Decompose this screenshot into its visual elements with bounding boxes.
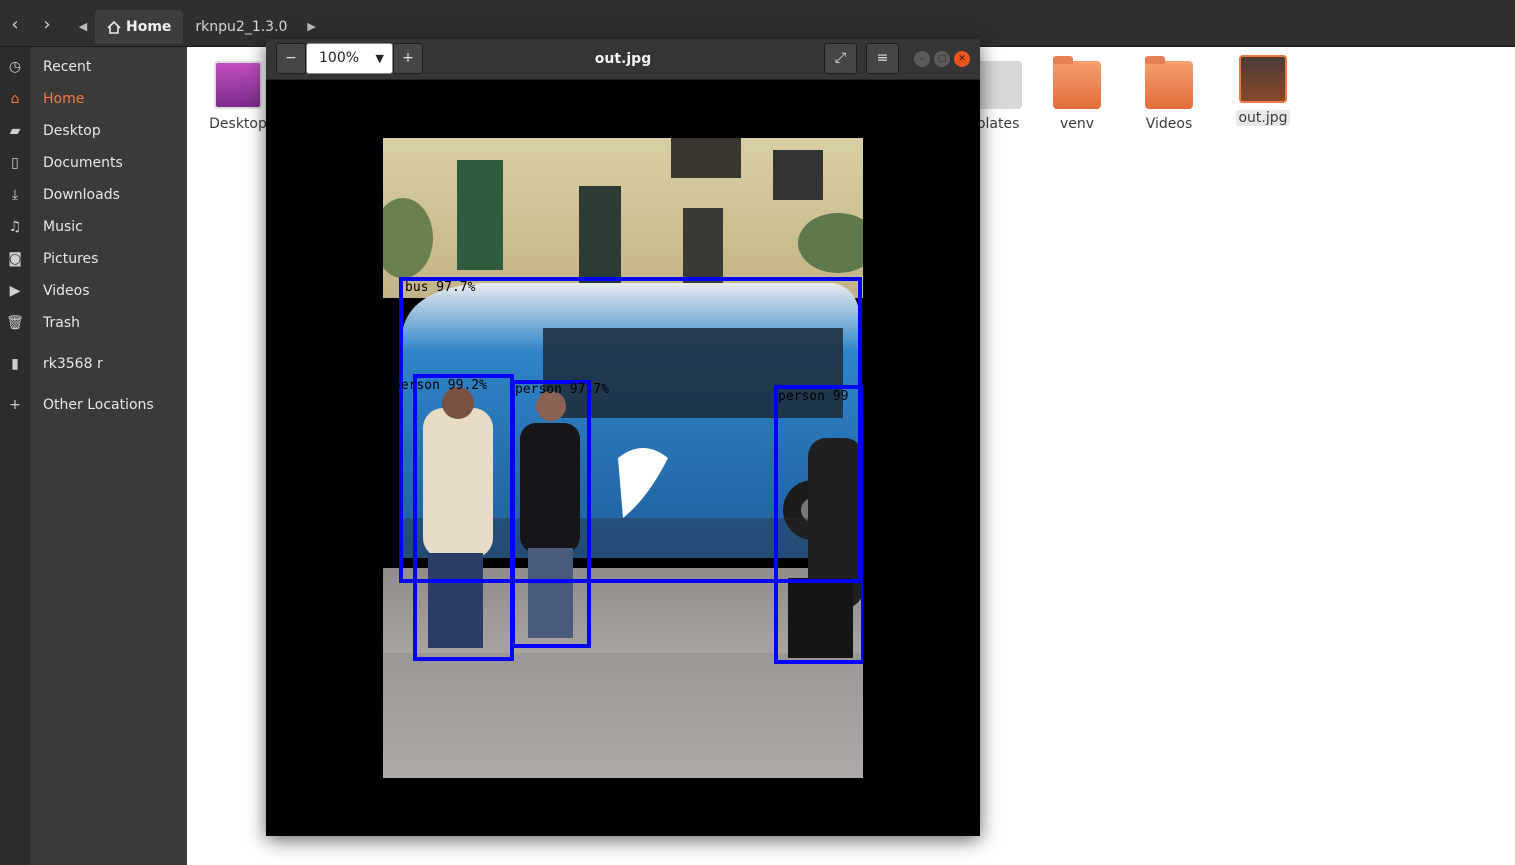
home-icon [107,20,121,34]
sidebar-item-downloads[interactable]: ⤓ Downloads [0,179,187,211]
download-icon: ⤓ [11,187,19,203]
maximize-button[interactable]: □ [934,51,950,67]
video-icon: ▶ [9,283,21,299]
music-icon: ♫ [8,219,22,235]
clock-icon: ◷ [8,59,22,75]
sidebar-item-home[interactable]: ⌂ Home [0,83,187,115]
camera-icon: ◙ [8,251,22,267]
sidebar-item-desktop[interactable]: ▰ Desktop [0,115,187,147]
sidebar-item-label: Recent [43,59,92,75]
file-name: venv [1059,116,1095,132]
breadcrumb-home-label: Home [126,19,172,35]
person-legs [528,548,573,638]
zoom-in-button[interactable]: + [393,43,423,74]
close-icon: ✕ [958,54,966,64]
sidebar-item-trash[interactable]: 🗑 Trash [0,307,187,339]
file-name: Videos [1145,116,1193,132]
zoom-out-button[interactable]: − [276,43,306,74]
document-icon: ▯ [11,155,19,171]
back-button[interactable]: ‹ [0,10,30,40]
detection-label-person: person 99 [778,389,848,404]
sidebar-item-label: Other Locations [43,397,154,413]
minimize-icon: – [919,54,925,64]
sidebar-item-label: Home [43,91,85,107]
folder-icon: ▰ [9,123,21,139]
path-scroll-left-button[interactable]: ◀ [71,10,95,44]
desktop-folder-icon [214,61,262,109]
folder-icon [1053,56,1101,109]
zoom-level-value: 100% [319,50,360,66]
sidebar-item-videos[interactable]: ▶ Videos [0,275,187,307]
displayed-image: bus 97.7% person 99.2% person 97.7% pers… [383,138,863,778]
sidebar-item-other-locations[interactable]: + Other Locations [0,389,187,421]
building-window [579,186,621,286]
sidebar-item-label: Desktop [43,123,101,139]
shadow [383,653,863,778]
building-window [457,160,503,270]
file-name: plates [976,116,1020,132]
sidebar-item-music[interactable]: ♫ Music [0,211,187,243]
file-name: Desktop [209,116,267,132]
viewer-header-bar: − 100% ▼ + out.jpg ⤢ ≡ – □ ✕ [266,39,980,80]
sidebar-item-label: Documents [43,155,123,171]
maximize-icon: □ [937,54,947,64]
file-item-venv[interactable]: venv [1037,56,1117,132]
templates-folder-icon [974,61,1022,109]
detection-photo: bus 97.7% person 99.2% person 97.7% pers… [383,138,863,778]
person-legs [428,553,483,648]
image-thumbnail-icon [1239,55,1287,103]
sidebar-item-recent[interactable]: ◷ Recent [0,51,187,83]
menu-button[interactable]: ≡ [866,43,899,74]
sidebar-item-label: Pictures [43,251,99,267]
person-legs [788,578,853,658]
fullscreen-button[interactable]: ⤢ [824,43,857,74]
usb-drive-icon: ▮ [11,356,19,372]
home-icon: ⌂ [10,91,20,107]
chevron-left-icon: ‹ [11,14,19,35]
breadcrumb-home[interactable]: Home [95,10,184,44]
places-sidebar: ◷ Recent ⌂ Home ▰ Desktop ▯ Documents ⤓ … [0,47,187,865]
chevron-right-icon: › [43,14,51,35]
minus-icon: − [285,50,297,66]
image-viewer-window: − 100% ▼ + out.jpg ⤢ ≡ – □ ✕ bus 97.7% p… [266,39,980,836]
file-name: out.jpg [1236,110,1290,126]
detection-label-bus: bus 97.7% [405,280,476,295]
balcony [773,150,823,200]
sidebar-item-label: Downloads [43,187,120,203]
fullscreen-icon: ⤢ [834,50,847,66]
sidebar-item-label: rk3568 r [43,356,103,372]
close-button[interactable]: ✕ [954,51,970,67]
sidebar-item-label: Music [43,219,83,235]
file-item-videos[interactable]: Videos [1129,56,1209,132]
sidebar-item-label: Videos [43,283,90,299]
file-item-out-jpg[interactable]: out.jpg [1223,55,1303,126]
plus-icon: + [9,397,21,413]
trash-icon: 🗑 [6,315,24,331]
sidebar-item-documents[interactable]: ▯ Documents [0,147,187,179]
person-coat [520,423,580,553]
zoom-level-select[interactable]: 100% ▼ [306,43,393,74]
balcony [671,138,741,178]
sidebar-item-rk3568[interactable]: ▮ rk3568 r [0,348,187,380]
detection-label-person: person 99.2% [393,378,487,393]
detection-label-person: person 97.7% [515,382,609,397]
sidebar-item-label: Trash [43,315,80,331]
video-folder-icon [1145,56,1193,109]
plus-icon: + [402,50,414,66]
forward-button[interactable]: › [32,10,62,40]
person-coat [423,408,493,558]
sidebar-item-pictures[interactable]: ◙ Pictures [0,243,187,275]
hamburger-menu-icon: ≡ [876,50,889,66]
chevron-down-icon: ▼ [375,52,384,65]
minimize-button[interactable]: – [914,51,930,67]
